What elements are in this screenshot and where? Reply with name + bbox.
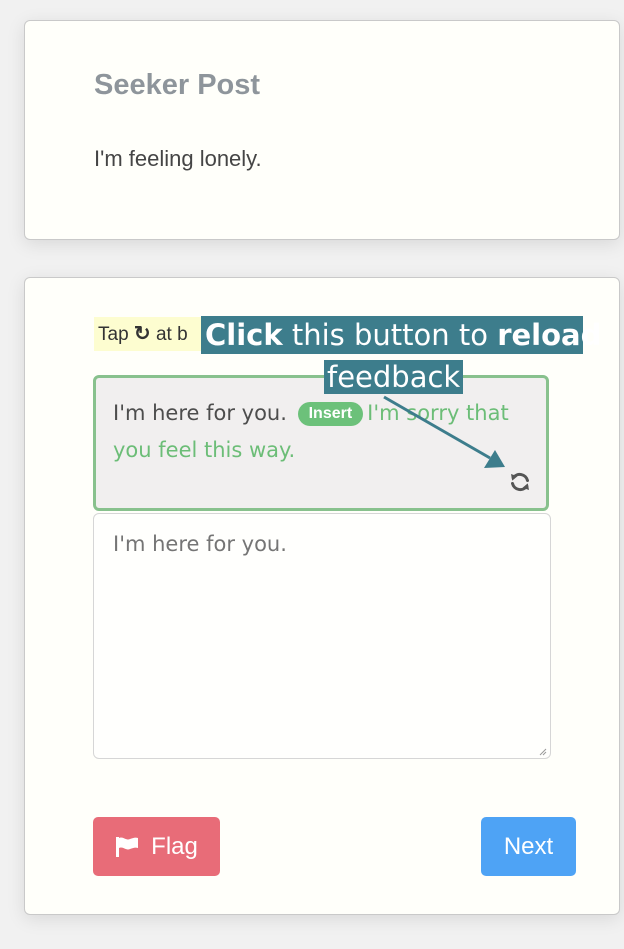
tutorial-emphasis-click: Click xyxy=(205,318,283,352)
reload-icon[interactable] xyxy=(508,470,532,494)
seeker-post-card: Seeker Post I'm feeling lonely. xyxy=(24,20,620,240)
tutorial-tooltip-line2: feedback xyxy=(324,360,464,394)
flag-icon xyxy=(116,836,139,857)
response-card: Tap ↻ at b I'm here for you. Insert I'm s… xyxy=(24,277,620,915)
feedback-box: I'm here for you. Insert I'm sorry that y… xyxy=(93,375,549,511)
next-button[interactable]: Next xyxy=(481,817,576,876)
tutorial-text: this button to xyxy=(282,318,498,352)
seeker-post-text: I'm feeling lonely. xyxy=(94,146,262,171)
hint-suffix: at b xyxy=(155,324,188,345)
reload-hint: Tap ↻ at b xyxy=(94,317,210,351)
flag-button[interactable]: Flag xyxy=(93,817,220,876)
feedback-original-text: I'm here for you. xyxy=(113,401,287,425)
tutorial-emphasis-reload: reload xyxy=(497,318,602,352)
page: Seeker Post I'm feeling lonely. Tap ↻ at… xyxy=(0,0,624,949)
response-textarea[interactable] xyxy=(93,513,551,759)
next-button-label: Next xyxy=(503,832,554,860)
seeker-post-title: Seeker Post xyxy=(94,69,261,101)
tutorial-tooltip: Click this button to reload xyxy=(201,316,601,354)
reload-icon: ↻ xyxy=(133,323,151,345)
resize-grip-icon[interactable] xyxy=(539,748,547,756)
flag-button-label: Flag xyxy=(151,832,198,860)
hint-prefix: Tap xyxy=(98,324,129,345)
insert-badge: Insert xyxy=(297,402,364,426)
